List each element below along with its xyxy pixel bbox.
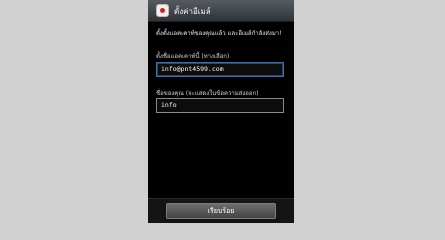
done-button[interactable]: เรียบร้อย: [166, 203, 276, 219]
your-name-label: ชื่อของคุณ (จะแสดงในข้อความส่งออก): [156, 90, 259, 97]
account-name-label: ตั้งชื่อแอคเคาท์นี้ (ทางเลือก): [156, 53, 230, 60]
account-name-input[interactable]: info@pnt4599.com: [156, 62, 284, 77]
screen-title: ตั้งค่าอีเมล์: [174, 7, 211, 16]
your-name-input[interactable]: info: [156, 98, 284, 113]
intro-text: ตั้งตั้งแอคเคาท์ของคุณแล้ว และอีเมล์กำลั…: [156, 30, 282, 37]
bottom-bar: เรียบร้อย: [148, 198, 294, 223]
title-bar: ตั้งค่าอีเมล์: [148, 0, 294, 22]
email-app-icon: [156, 4, 169, 17]
phone-screen: ตั้งค่าอีเมล์ ตั้งตั้งแอคเคาท์ของคุณแล้ว…: [148, 0, 294, 223]
